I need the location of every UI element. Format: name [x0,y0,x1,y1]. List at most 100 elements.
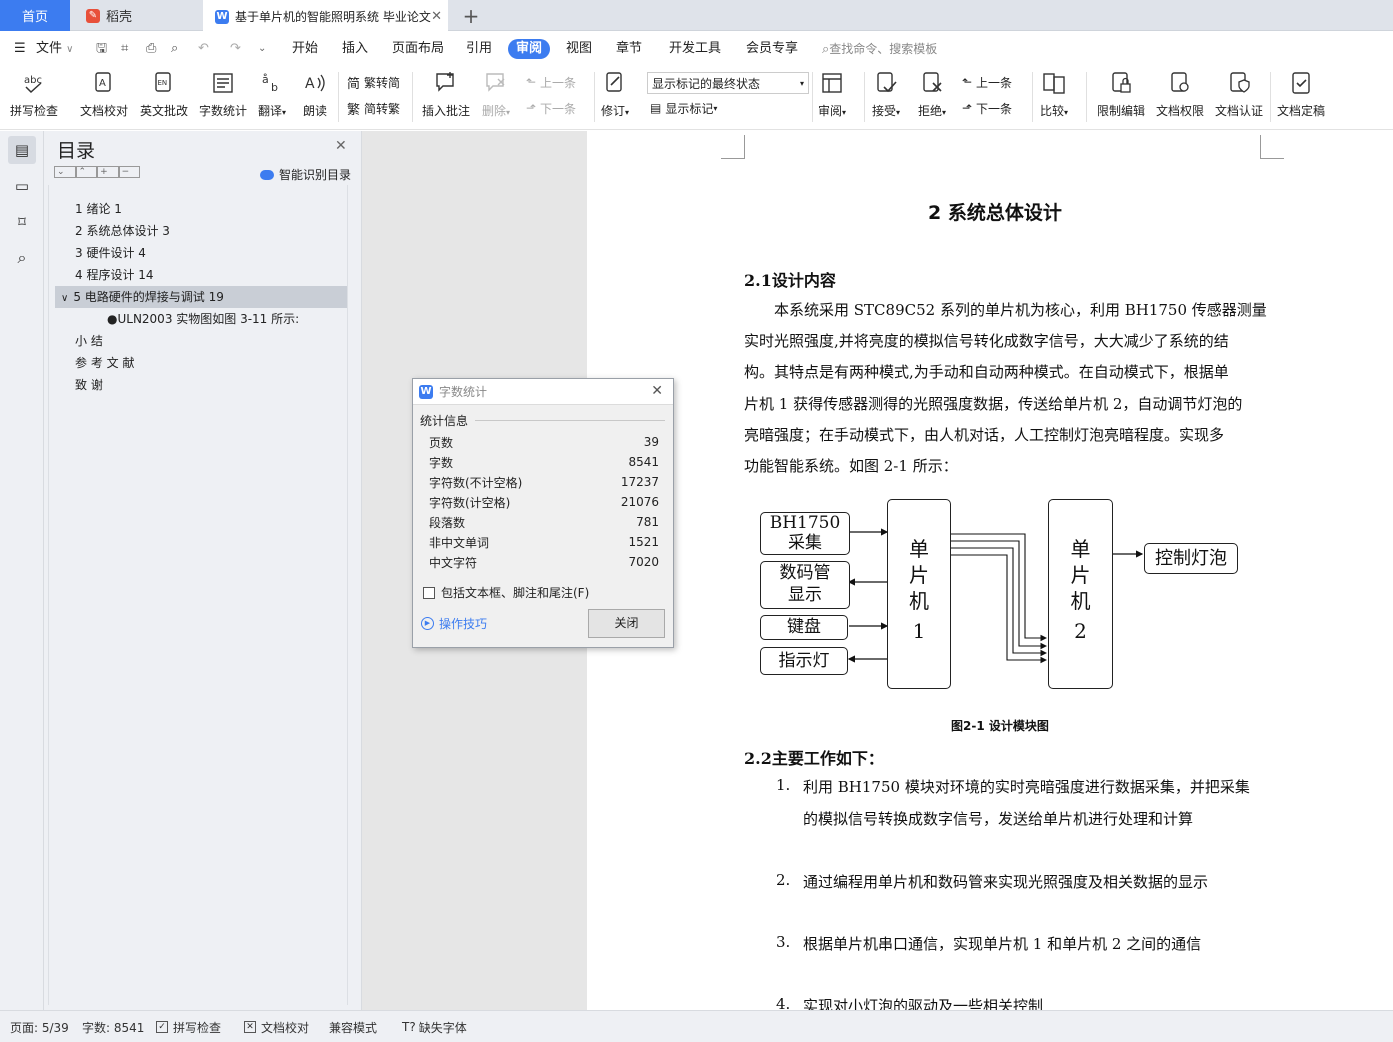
restrict-editing-button[interactable]: 限制编辑 [1097,70,1145,126]
insert-comment-icon [433,70,459,96]
doc-permission-button[interactable]: 文档权限 [1156,70,1204,126]
close-icon[interactable]: ✕ [651,383,663,399]
proofread-x-icon: ✕ [244,1021,256,1033]
status-proofread[interactable]: ✕ 文档校对 [244,1019,309,1035]
print-preview-icon[interactable]: ⌕ [171,39,178,59]
quick-access-dropdown-icon[interactable]: ⌄ [258,39,266,59]
tab-document[interactable]: W 基于单片机的智能照明系统 毕业论文 ✕ [203,0,448,31]
menu-layout[interactable]: 页面布局 [392,39,444,59]
find-rail-button[interactable]: ⌕ [8,244,36,272]
ribbon-divider [1032,72,1033,122]
tab-home[interactable]: 首页 [0,0,70,31]
spell-check-button[interactable]: abc 拼写检查 [10,70,58,126]
delete-comment-button[interactable]: 删除▾ [482,70,510,126]
menu-member[interactable]: 会员专享 [746,39,798,59]
new-tab-button[interactable]: + [456,0,486,31]
toc-list: 1 绪论 1 2 系统总体设计 3 3 硬件设计 4 4 程序设计 14 ∨ 5 … [48,185,348,1005]
toc-rail-button[interactable]: ▤ [8,136,36,164]
menu-chapter[interactable]: 章节 [616,39,642,59]
insert-comment-button[interactable]: 插入批注 [422,70,470,126]
chapter-rail-button[interactable]: ▭ [8,172,36,200]
bookmark-rail-button[interactable]: ⌑ [8,208,36,236]
simp-to-trad-button[interactable]: 繁简转繁 [347,98,400,118]
block-indicator-led: 指示灯 [760,647,848,675]
doc-cert-button[interactable]: 文档认证 [1215,70,1263,126]
close-tab-icon[interactable]: ✕ [431,9,442,24]
redo-icon[interactable]: ↷ [230,39,241,59]
expand-down-icon[interactable]: ⌄ [54,166,76,178]
menu-insert[interactable]: 插入 [342,39,368,59]
stat-label: 中文字符 [429,555,478,570]
menu-view[interactable]: 视图 [566,39,592,59]
page-indicator[interactable]: 页面: 5/39 [10,1019,69,1035]
toc-item-hardware[interactable]: 3 硬件设计 4 [75,242,146,264]
translate-button[interactable]: åb 翻译▾ [258,70,286,126]
trad-to-simp-button[interactable]: 简繁转简 [347,72,400,92]
close-button[interactable]: 关闭 [588,609,665,638]
translate-icon: åb [259,70,285,96]
expand-all-icon[interactable]: + [97,166,119,178]
dialog-title-bar[interactable]: W 字数统计 ✕ [413,379,673,405]
tips-link[interactable]: ▶ 操作技巧 [421,615,487,632]
show-markup-button[interactable]: ▤ 显示标记 ▾ [650,98,717,118]
collapse-up-icon[interactable]: ⌃ [75,166,98,178]
tab-daoke[interactable]: ✎ 稻壳 [72,0,200,31]
word-count-label: 字数统计 [199,104,248,118]
next-change-button[interactable]: ⬏ 下一条 [962,98,1012,118]
review-pane-button[interactable]: 审阅▾ [818,70,846,126]
proofread-button[interactable]: A 文档校对 [80,70,128,126]
command-search[interactable]: ⌕查找命令、搜索模板 [822,39,937,59]
word-count-icon [210,70,236,96]
status-spell-check[interactable]: ✓ 拼写检查 [156,1019,221,1035]
english-review-icon: EN [151,70,177,96]
save-icon[interactable]: 🖫 [96,39,107,59]
menu-review[interactable]: 审阅 [508,39,551,59]
finalize-button[interactable]: 文档定稿 [1277,70,1325,126]
ribbon-divider [864,72,865,122]
smart-toc-button[interactable]: 智能识别目录 [260,166,351,183]
toc-item-system-design[interactable]: 2 系统总体设计 3 [75,220,170,242]
read-aloud-button[interactable]: A 朗读 [302,70,328,126]
format-painter-icon[interactable]: ⌗ [121,39,128,59]
track-changes-button[interactable]: 修订▾ [601,70,629,126]
prev-change-button[interactable]: ⬑ 上一条 [962,72,1012,92]
toc-item-uln2003[interactable]: ●ULN2003 实物图如图 3-11 所示: [107,308,299,330]
hamburger-icon[interactable]: ☰ [14,39,26,59]
print-icon[interactable]: ⎙ [146,39,156,59]
delete-comment-icon [483,70,509,96]
menu-developer[interactable]: 开发工具 [669,39,721,59]
stat-value: 1521 [628,535,659,549]
spell-check-icon: abc [21,70,47,96]
menu-references[interactable]: 引用 [466,39,492,59]
toc-item-welding[interactable]: ∨ 5 电路硬件的焊接与调试 19 [55,286,347,308]
accept-button[interactable]: 接受▾ [872,70,900,126]
toc-item-intro[interactable]: 1 绪论 1 [75,198,122,220]
toc-item-program[interactable]: 4 程序设计 14 [75,264,154,286]
collapse-all-icon[interactable]: − [118,166,141,178]
menu-file[interactable]: 文件 ∨ [36,39,73,59]
document-page[interactable]: 2 系统总体设计 2.1设计内容 本系统采用 STC89C52 系列的单片机为核… [587,131,1393,1010]
next-comment-button[interactable]: ⬏ 下一条 [526,98,576,118]
menu-start[interactable]: 开始 [292,39,318,59]
checkbox-label: 包括文本框、脚注和尾注(F) [441,586,590,600]
status-spell-label: 拼写检查 [173,1020,222,1035]
list-number: 3. [776,933,791,951]
chevron-down-icon[interactable]: ∨ [61,293,68,304]
close-panel-icon[interactable]: ✕ [335,138,347,154]
toc-item-references[interactable]: 参 考 文 献 [75,352,134,374]
english-review-button[interactable]: EN 英文批改 [140,70,188,126]
toc-item-summary[interactable]: 小 结 [75,330,103,352]
undo-icon[interactable]: ↶ [198,39,209,59]
compare-button[interactable]: 比较▾ [1040,70,1068,126]
checkbox[interactable] [423,586,435,599]
missing-font[interactable]: T? 缺失字体 [402,1019,467,1035]
reject-button[interactable]: 拒绝▾ [918,70,946,126]
word-count-button[interactable]: 字数统计 [199,70,247,126]
markup-state-select[interactable]: 显示标记的最终状态 ▾ [647,72,809,94]
word-count-indicator[interactable]: 字数: 8541 [82,1019,144,1035]
toc-item-thanks[interactable]: 致 谢 [75,374,103,396]
dialog-title: 字数统计 [439,385,488,399]
include-textbox-checkbox[interactable]: 包括文本框、脚注和尾注(F) [423,584,589,601]
prev-comment-button[interactable]: ⬑ 上一条 [526,72,576,92]
ribbon-divider [412,72,413,122]
